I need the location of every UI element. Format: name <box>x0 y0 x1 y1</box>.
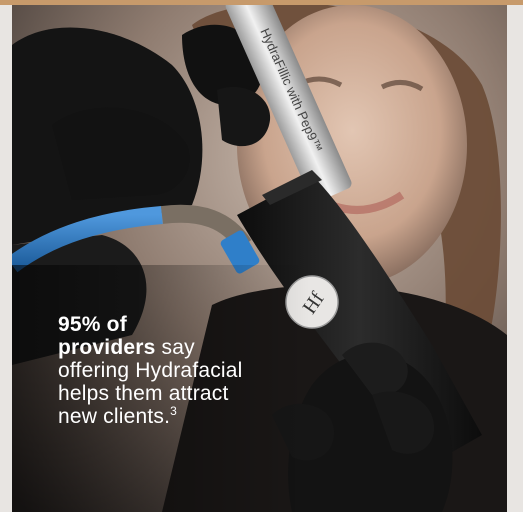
promo-image-card: HydraFillic with Pep9™ Hf 9 <box>0 0 523 512</box>
footnote-marker: 3 <box>170 404 177 418</box>
caption-line-2-bold: providers <box>58 336 156 359</box>
photo-illustration: HydraFillic with Pep9™ Hf <box>12 5 507 512</box>
caption-line-4: helps them attract <box>58 382 229 405</box>
left-border <box>0 5 12 512</box>
stat-caption: 95% of providers say offering Hydrafacia… <box>58 313 318 428</box>
caption-line-3: offering Hydrafacial <box>58 359 243 382</box>
caption-line-1: 95% of <box>58 313 127 336</box>
hero-photo: HydraFillic with Pep9™ Hf <box>12 5 507 512</box>
caption-line-2-rest: say <box>155 336 195 359</box>
caption-line-5: new clients. <box>58 405 171 428</box>
right-border <box>507 5 523 512</box>
